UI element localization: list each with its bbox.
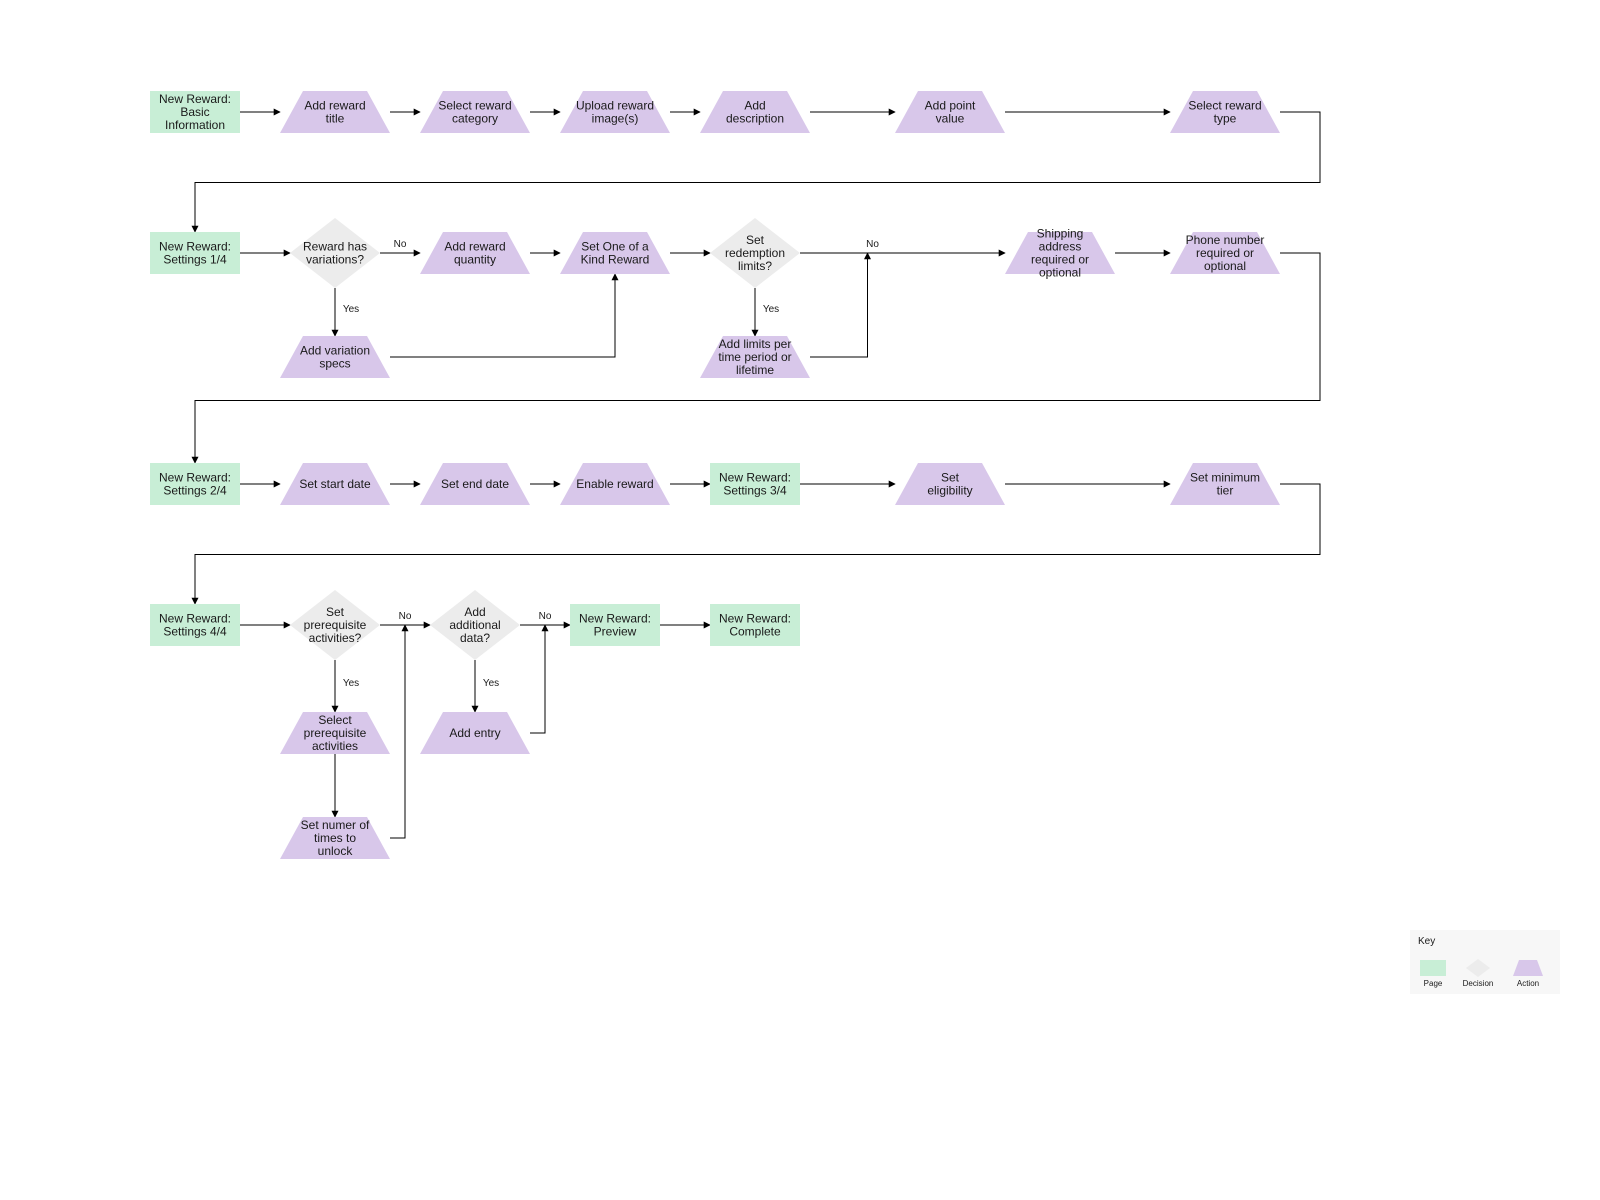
node-label-p_set3: New Reward:Settings 3/4	[719, 471, 791, 498]
node-label-a_end: Set end date	[441, 477, 509, 491]
edge-a_varspec-a_one	[390, 274, 615, 357]
lbl-d_vars-yes: Yes	[343, 304, 359, 315]
node-label-a_ship: Shippingaddressrequired oroptional	[1031, 227, 1089, 280]
node-label-a_entry: Add entry	[449, 726, 500, 740]
edge-a_entry-merge	[530, 625, 545, 733]
node-label-a_one: Set One of aKind Reward	[581, 240, 650, 267]
edge-a_limits-merge	[810, 253, 868, 357]
lbl-d_adddata-no: No	[539, 611, 552, 622]
node-label-d_vars: Reward hasvariations?	[303, 240, 367, 267]
legend-title: Key	[1418, 936, 1435, 947]
lbl-d_prereq-yes: Yes	[343, 678, 359, 689]
edge-a_unlock-merge	[390, 625, 405, 838]
legend: Key Page Decision Action	[1410, 930, 1560, 994]
lbl-d_limits-yes: Yes	[763, 304, 779, 315]
lbl-d_prereq-no: No	[399, 611, 412, 622]
lbl-d_vars-no: No	[394, 239, 407, 250]
node-label-p_set2: New Reward:Settings 2/4	[159, 471, 231, 498]
flowchart-canvas: New Reward:BasicInformationAdd rewardtit…	[0, 0, 1600, 1200]
lbl-d_adddata-yes: Yes	[483, 678, 499, 689]
node-label-p_set4: New Reward:Settings 4/4	[159, 612, 231, 639]
legend-swatch-page	[1420, 960, 1446, 976]
legend-label-action: Action	[1517, 979, 1539, 988]
lbl-d_limits-no: No	[866, 239, 879, 250]
legend-label-decision: Decision	[1463, 979, 1494, 988]
node-label-p_set1: New Reward:Settings 1/4	[159, 240, 231, 267]
legend-label-page: Page	[1424, 979, 1443, 988]
node-label-p_complete: New Reward:Complete	[719, 612, 791, 639]
node-label-a_start: Set start date	[299, 477, 371, 491]
node-label-a_enable: Enable reward	[576, 477, 653, 491]
